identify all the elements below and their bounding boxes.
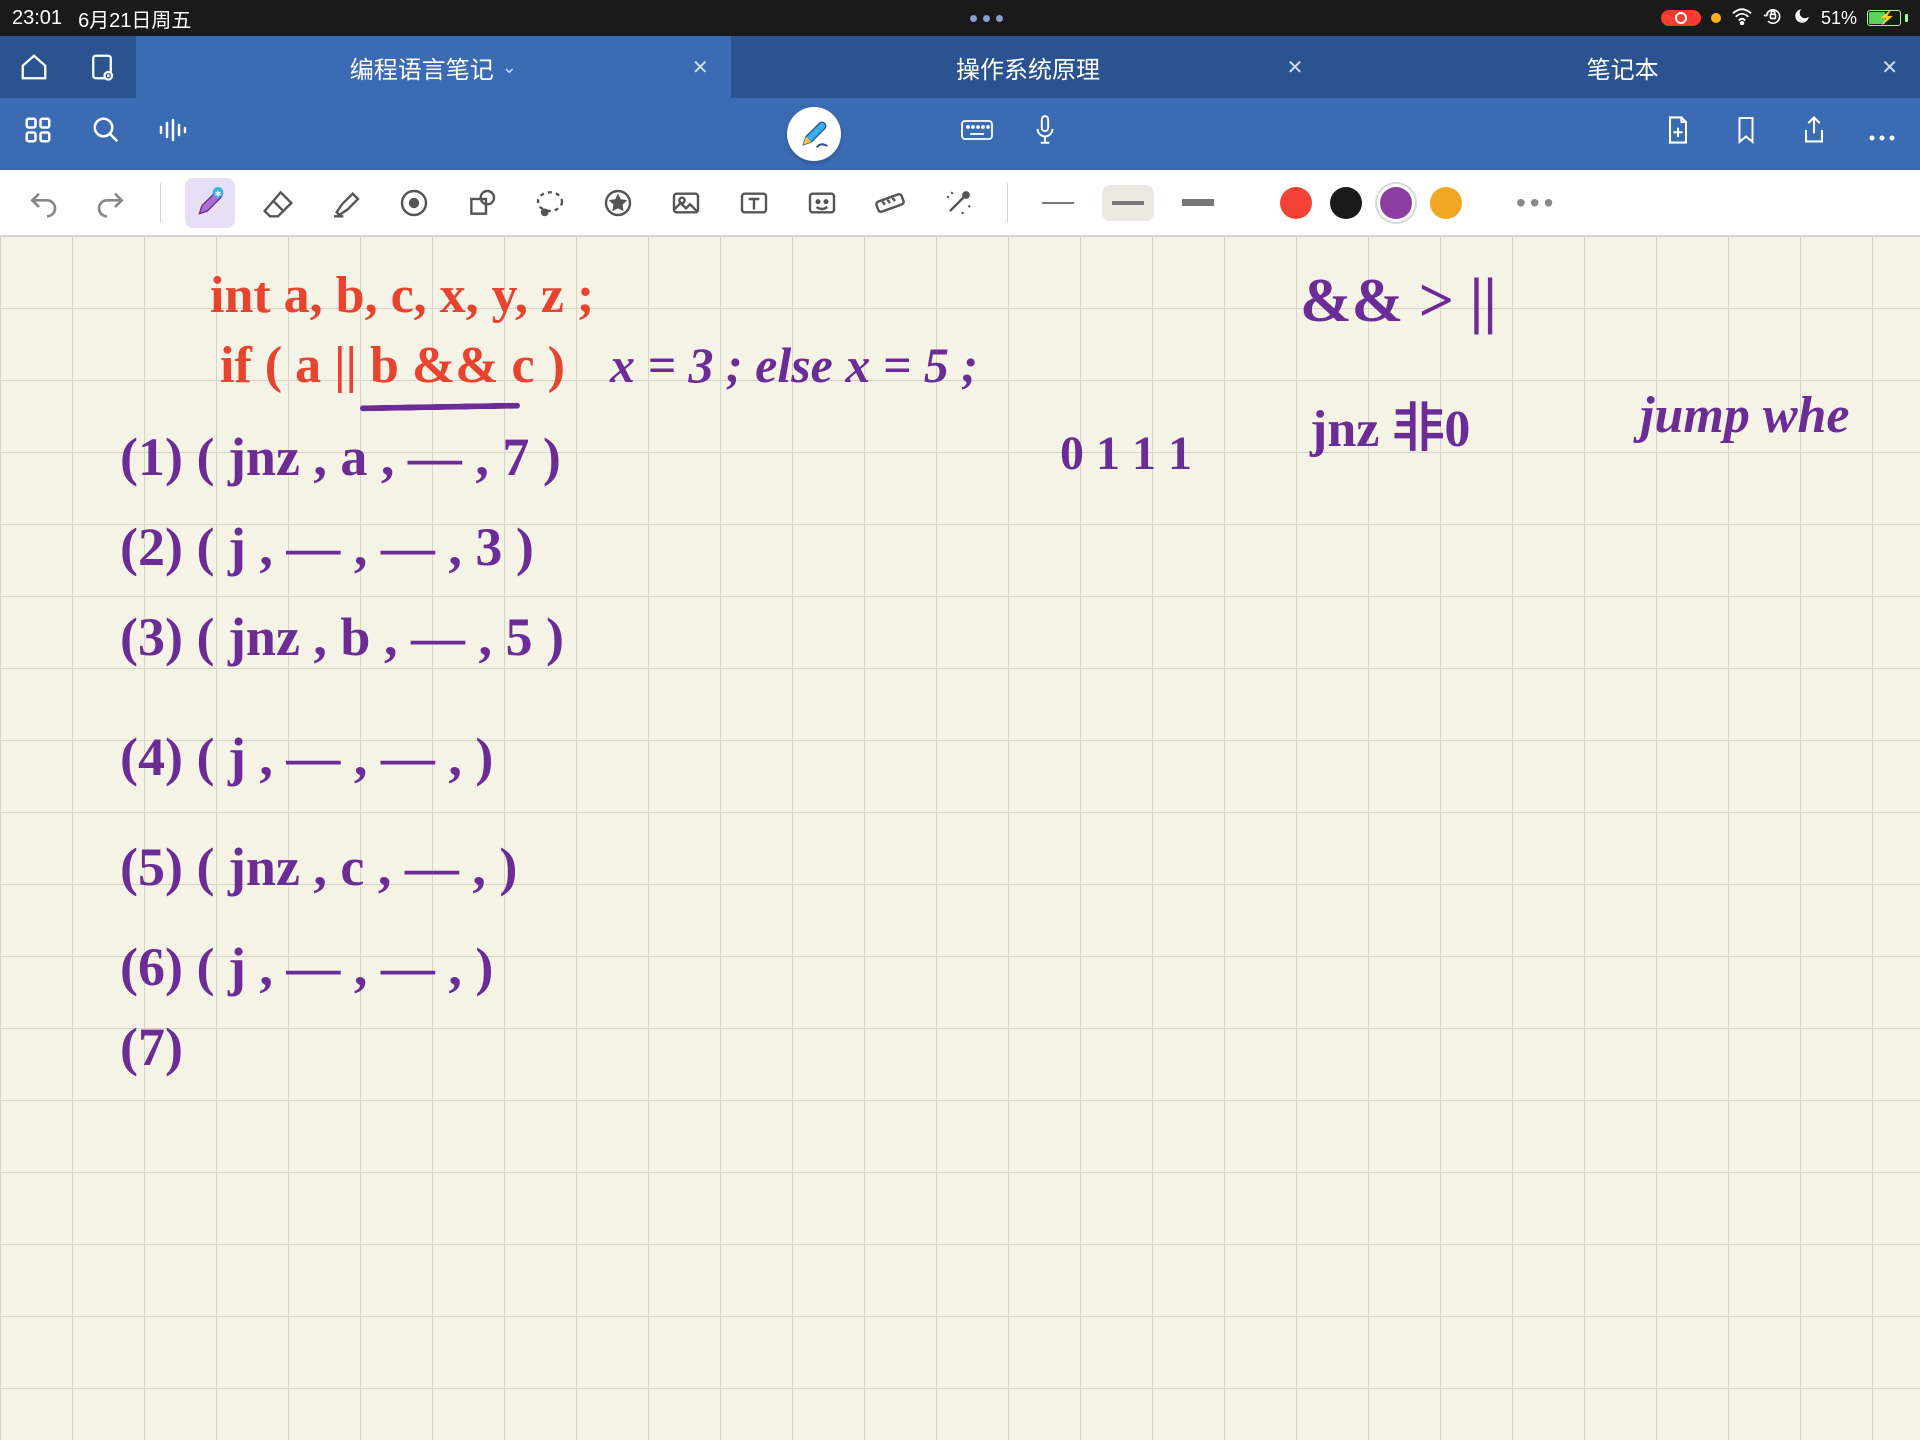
- lasso-tool[interactable]: [525, 178, 575, 228]
- tool-row: ✱ •••: [0, 170, 1920, 236]
- image-tool[interactable]: [661, 178, 711, 228]
- document-list-button[interactable]: [68, 36, 136, 98]
- hw-q4: (4) ( j , — , — , ): [120, 726, 493, 788]
- tab-2[interactable]: 操作系统原理 ✕: [731, 36, 1326, 98]
- hw-line1: int a, b, c, x, y, z ;: [210, 266, 594, 325]
- tab-2-label: 操作系统原理: [956, 50, 1100, 85]
- redo-button[interactable]: [86, 178, 136, 228]
- eraser-tool[interactable]: [253, 178, 303, 228]
- hw-q1: (1) ( jnz , a , — , 7 ): [120, 426, 561, 488]
- hw-annot-bits: 0 1 1 1: [1060, 426, 1192, 481]
- status-bar: 23:01 6月21日周五 51% ⚡: [0, 0, 1920, 36]
- multitask-dots[interactable]: [191, 15, 1661, 22]
- tab-active-label: 编程语言笔记: [350, 50, 494, 85]
- status-time: 23:01: [12, 7, 62, 30]
- chevron-down-icon: ⌄: [502, 57, 517, 78]
- hw-q3: (3) ( jnz , b , — , 5 ): [120, 606, 564, 668]
- pen-mode-button[interactable]: [787, 107, 841, 161]
- shape-tool[interactable]: [457, 178, 507, 228]
- stroke-thick[interactable]: [1172, 185, 1224, 221]
- tab-active[interactable]: 编程语言笔记 ⌄ ✕: [136, 36, 731, 98]
- text-tool[interactable]: [729, 178, 779, 228]
- hw-annot-jump: jump whe: [1640, 386, 1850, 445]
- status-date: 6月21日周五: [78, 4, 191, 33]
- hw-q6: (6) ( j , — , — , ): [120, 936, 493, 998]
- share-icon[interactable]: [1794, 114, 1834, 154]
- hw-line2b: x = 3 ; else x = 5 ;: [610, 336, 978, 394]
- sticker-tool[interactable]: [797, 178, 847, 228]
- magic-tool[interactable]: [933, 178, 983, 228]
- apps-grid-icon[interactable]: [18, 115, 58, 153]
- wifi-icon: [1731, 7, 1753, 30]
- ruler-tool[interactable]: [865, 178, 915, 228]
- home-button[interactable]: [0, 36, 68, 98]
- tab-3[interactable]: 笔记本 ✕: [1325, 36, 1920, 98]
- close-tab-1[interactable]: ✕: [692, 55, 709, 80]
- color-black[interactable]: [1330, 187, 1362, 219]
- svg-text:✱: ✱: [215, 189, 222, 198]
- pen-tool[interactable]: ✱: [185, 178, 235, 228]
- keyboard-icon[interactable]: [957, 117, 997, 151]
- search-icon[interactable]: [86, 115, 126, 153]
- hw-q2: (2) ( j , — , — , 3 ): [120, 516, 534, 578]
- bookmark-icon[interactable]: [1726, 114, 1766, 154]
- stroke-medium[interactable]: [1102, 185, 1154, 221]
- close-tab-2[interactable]: ✕: [1287, 55, 1304, 80]
- close-tab-3[interactable]: ✕: [1881, 55, 1898, 80]
- tab-bar: 编程语言笔记 ⌄ ✕ 操作系统原理 ✕ 笔记本 ✕: [0, 36, 1920, 98]
- more-menu-icon[interactable]: [1862, 117, 1902, 151]
- add-page-icon[interactable]: [1658, 114, 1698, 154]
- hw-annot-prec: && > ||: [1300, 266, 1497, 337]
- hw-line2a: if ( a || b && c ): [220, 336, 565, 395]
- color-orange[interactable]: [1430, 187, 1462, 219]
- audio-wave-icon[interactable]: [154, 115, 194, 153]
- hw-annot-jnz: jnz 非0: [1310, 386, 1470, 461]
- moon-icon: [1793, 7, 1811, 30]
- hw-q5: (5) ( jnz , c , — , ): [120, 836, 517, 898]
- screen-recording-indicator[interactable]: [1661, 10, 1701, 26]
- stroke-thin[interactable]: [1032, 185, 1084, 221]
- color-red[interactable]: [1280, 187, 1312, 219]
- hw-q7: (7): [120, 1016, 183, 1078]
- tab-3-label: 笔记本: [1587, 50, 1659, 85]
- favorites-tool[interactable]: [593, 178, 643, 228]
- orientation-lock-icon: [1763, 6, 1783, 31]
- underline: [360, 403, 520, 412]
- note-canvas[interactable]: int a, b, c, x, y, z ; if ( a || b && c …: [0, 236, 1920, 1440]
- wifi-dot-icon: [1711, 13, 1721, 23]
- record-tool[interactable]: [389, 178, 439, 228]
- more-colors[interactable]: •••: [1516, 187, 1557, 219]
- battery-percent: 51%: [1821, 8, 1857, 29]
- color-purple[interactable]: [1380, 187, 1412, 219]
- undo-button[interactable]: [18, 178, 68, 228]
- highlighter-tool[interactable]: [321, 178, 371, 228]
- secondary-toolbar: [0, 98, 1920, 170]
- battery-icon: ⚡: [1867, 10, 1908, 26]
- microphone-icon[interactable]: [1025, 114, 1065, 154]
